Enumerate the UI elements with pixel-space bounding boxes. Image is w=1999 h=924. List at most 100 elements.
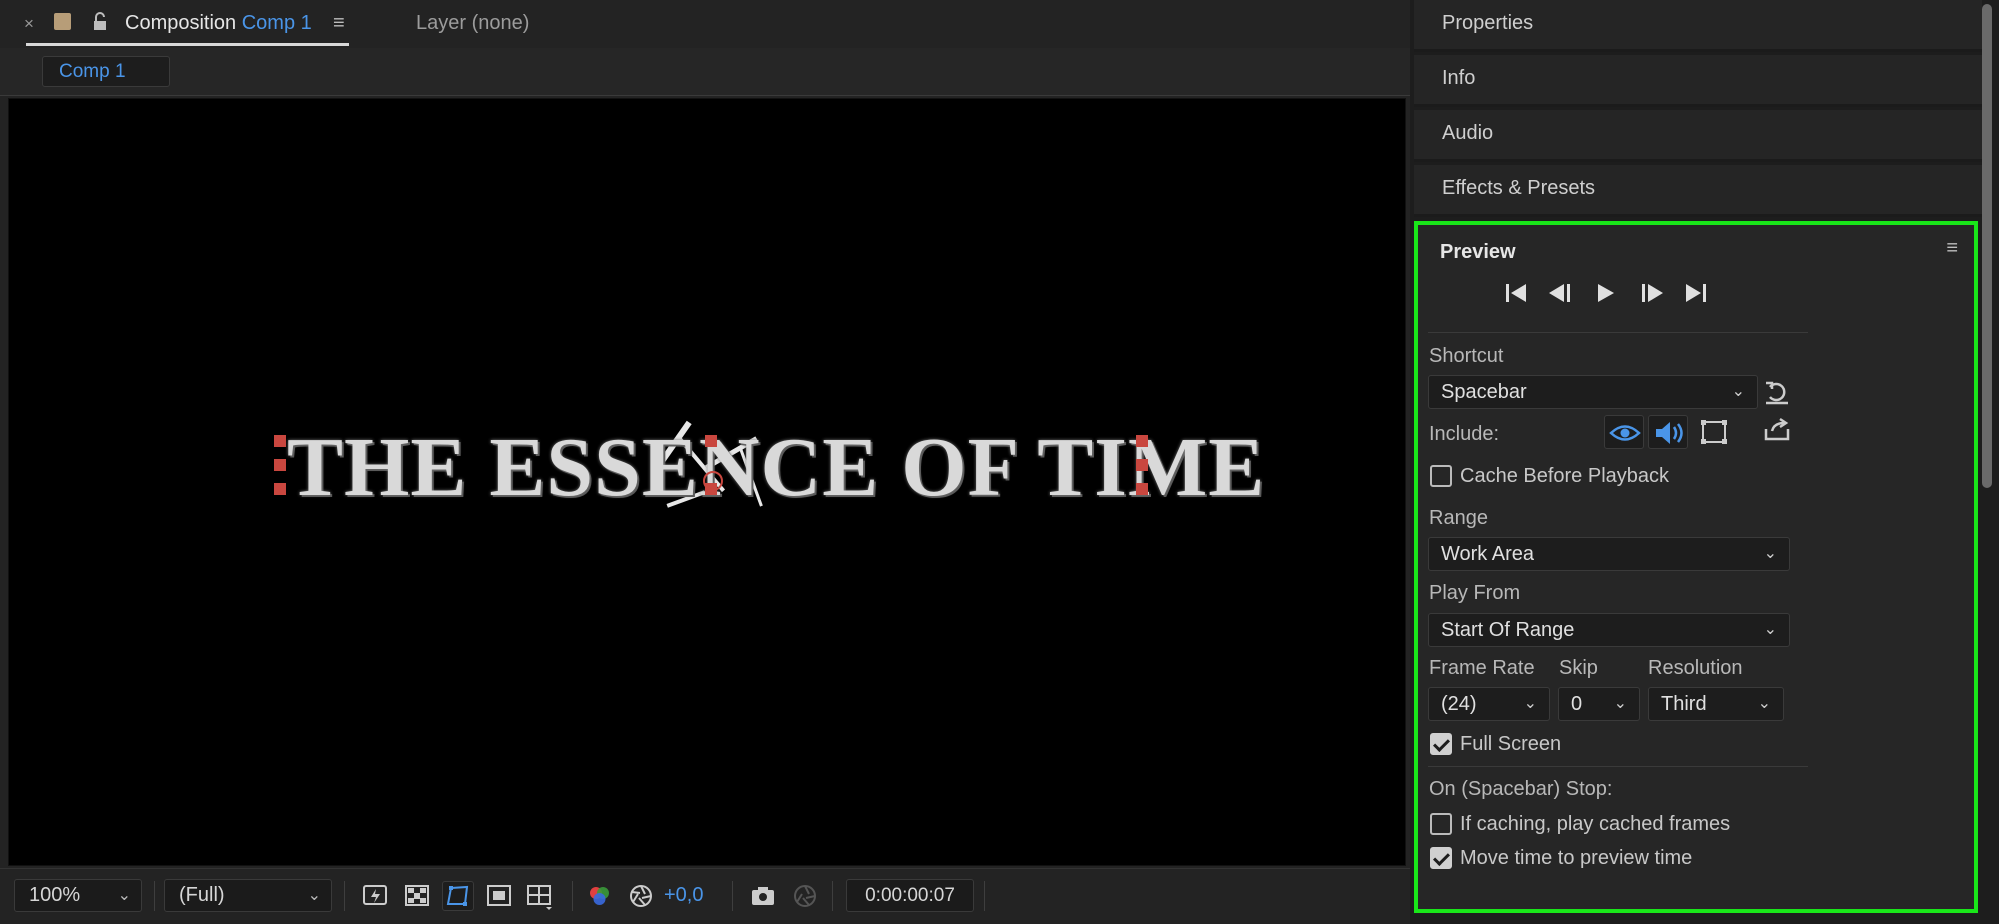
audio-panel-label: Audio [1442, 122, 1494, 144]
full-screen-label: Full Screen [1460, 733, 1562, 755]
external-output-icon[interactable] [1762, 415, 1794, 447]
shortcut-label: Shortcut [1429, 345, 1504, 367]
current-time-display[interactable]: 0:00:00:07 [846, 879, 974, 912]
label-color-swatch[interactable] [54, 13, 71, 30]
chevron-down-icon: ⌄ [1523, 695, 1537, 712]
resolution-value: Third [1661, 693, 1707, 715]
preview-panel: Preview ≡ Shortcut Spacebar ⌄ Include: C… [1414, 221, 1978, 913]
composition-tab[interactable]: Composition Comp 1 [125, 12, 312, 35]
reset-shortcut-icon[interactable] [1762, 377, 1794, 407]
layer-handle[interactable] [274, 483, 286, 495]
active-tab-underline [26, 43, 349, 46]
info-panel-header[interactable]: Info [1414, 55, 1982, 107]
cache-before-playback-checkbox[interactable] [1430, 465, 1452, 487]
lock-icon[interactable] [92, 12, 108, 37]
layer-handle[interactable] [274, 459, 286, 471]
toolbar-divider [732, 881, 733, 911]
play-icon[interactable] [1592, 280, 1620, 306]
transport-controls [1502, 280, 1712, 306]
last-frame-icon[interactable] [1682, 280, 1710, 306]
info-panel-label: Info [1442, 67, 1476, 89]
cache-before-playback-label: Cache Before Playback [1460, 465, 1670, 487]
camera-snapshot-icon[interactable] [750, 883, 776, 909]
chevron-down-icon: ⌄ [1731, 383, 1745, 400]
composition-viewer[interactable]: THE ESSENCE OF TIME [8, 98, 1406, 866]
range-select[interactable]: Work Area ⌄ [1428, 537, 1790, 571]
section-divider [1428, 766, 1808, 767]
layer-handle[interactable] [1136, 483, 1148, 495]
shortcut-value: Spacebar [1441, 381, 1527, 403]
mask-path-visibility-icon[interactable] [442, 881, 474, 911]
frame-rate-select[interactable]: (24) ⌄ [1428, 687, 1550, 721]
include-video-eye-icon[interactable] [1604, 415, 1644, 449]
resolution-label: Resolution [1648, 657, 1743, 679]
chevron-down-icon: ⌄ [1613, 695, 1627, 712]
panel-scrollbar[interactable] [1982, 4, 1992, 488]
transparency-grid-icon[interactable] [404, 883, 430, 909]
effects-presets-panel-header[interactable]: Effects & Presets [1414, 165, 1982, 217]
include-audio-speaker-icon[interactable] [1648, 415, 1688, 449]
toolbar-divider [344, 881, 345, 911]
skip-select[interactable]: 0 ⌄ [1558, 687, 1640, 721]
next-frame-icon[interactable] [1638, 280, 1666, 306]
composition-tab-bar: × Composition Comp 1 ≡ Layer (none) [0, 0, 1410, 48]
resolution-select[interactable]: (Full) ⌄ [164, 879, 332, 912]
move-time-checkbox[interactable] [1430, 847, 1452, 869]
composition-panel: × Composition Comp 1 ≡ Layer (none) Comp… [0, 0, 1410, 924]
effects-presets-panel-label: Effects & Presets [1442, 177, 1596, 199]
composition-footer-toolbar: 100% ⌄ (Full) ⌄ +0,0 0:00:00:07 [0, 868, 1410, 924]
toolbar-divider [984, 881, 985, 911]
preview-panel-title: Preview [1440, 241, 1516, 263]
full-screen-checkbox[interactable] [1430, 733, 1452, 755]
comp-breadcrumb-chip[interactable]: Comp 1 [42, 56, 170, 87]
layer-handle[interactable] [1136, 435, 1148, 447]
on-stop-label: On (Spacebar) Stop: [1429, 778, 1613, 800]
layer-handle[interactable] [705, 435, 717, 447]
layer-handle[interactable] [1136, 459, 1148, 471]
composition-tab-comp-name: Comp 1 [241, 12, 312, 34]
reset-exposure-icon[interactable] [628, 883, 654, 909]
layer-handle[interactable] [274, 435, 286, 447]
section-divider [1428, 332, 1808, 333]
title-text-layer[interactable]: THE ESSENCE OF TIME [287, 419, 1265, 516]
include-overlays-icon[interactable] [1694, 415, 1734, 449]
chevron-down-icon: ⌄ [307, 887, 321, 904]
if-caching-checkbox[interactable] [1430, 813, 1452, 835]
resolution-value: (Full) [179, 884, 225, 906]
properties-panel-header[interactable]: Properties [1414, 0, 1982, 52]
range-label: Range [1429, 507, 1488, 529]
frame-rate-value: (24) [1441, 693, 1477, 715]
hamburger-menu-icon[interactable]: ≡ [1946, 237, 1958, 260]
composition-tab-label: Composition [125, 12, 237, 34]
color-channels-icon[interactable] [586, 883, 612, 909]
if-caching-label: If caching, play cached frames [1460, 813, 1731, 835]
include-label: Include: [1429, 423, 1500, 445]
toolbar-divider [154, 881, 155, 911]
previous-frame-icon[interactable] [1546, 280, 1574, 306]
grid-guides-icon[interactable] [526, 883, 552, 910]
play-from-select[interactable]: Start Of Range ⌄ [1428, 613, 1790, 647]
audio-panel-header[interactable]: Audio [1414, 110, 1982, 162]
magnification-select[interactable]: 100% ⌄ [14, 879, 142, 912]
layer-tab[interactable]: Layer (none) [416, 12, 529, 35]
skip-value: 0 [1571, 693, 1583, 715]
first-frame-icon[interactable] [1502, 280, 1530, 306]
close-tab-icon[interactable]: × [24, 14, 34, 34]
include-toggles [1604, 415, 1784, 449]
magnification-value: 100% [29, 884, 81, 906]
play-from-label: Play From [1429, 582, 1521, 604]
region-of-interest-icon[interactable] [486, 883, 512, 909]
hamburger-menu-icon[interactable]: ≡ [333, 12, 345, 35]
fast-previews-icon[interactable] [362, 883, 388, 909]
chevron-down-icon: ⌄ [1757, 695, 1771, 712]
resolution-select[interactable]: Third ⌄ [1648, 687, 1784, 721]
composition-navigator-bar: Comp 1 [0, 48, 1410, 96]
properties-panel-label: Properties [1442, 12, 1534, 34]
exposure-value[interactable]: +0,0 [664, 884, 703, 907]
shortcut-select[interactable]: Spacebar ⌄ [1428, 375, 1758, 409]
anchor-point-icon[interactable] [703, 471, 723, 491]
move-time-label: Move time to preview time [1460, 847, 1693, 869]
show-snapshot-icon[interactable] [792, 883, 818, 909]
range-value: Work Area [1441, 543, 1534, 565]
chevron-down-icon: ⌄ [1763, 545, 1777, 562]
